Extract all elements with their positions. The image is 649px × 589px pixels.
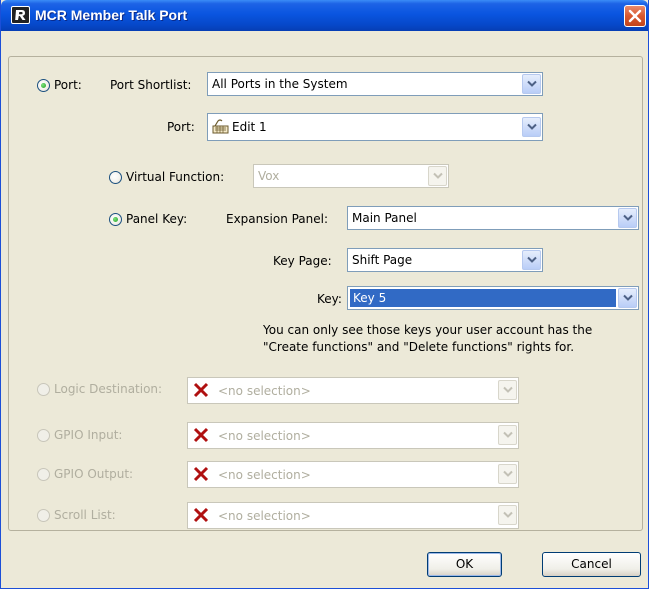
ok-button[interactable]: OK: [427, 552, 502, 577]
chevron-down-icon: [498, 505, 517, 525]
chevron-down-icon[interactable]: [522, 117, 541, 137]
expansion-panel-select[interactable]: Main Panel: [347, 206, 639, 230]
key-label: Key:: [317, 292, 342, 306]
chevron-down-icon: [498, 464, 517, 484]
gpio-input-radio: GPIO Input:: [37, 426, 122, 444]
chevron-down-icon: [498, 425, 517, 445]
keyboard-panel-icon: [212, 119, 229, 138]
virtual-function-label: Virtual Function:: [126, 170, 225, 184]
virtual-function-value: Vox: [258, 169, 280, 183]
logic-destination-radio: Logic Destination:: [37, 380, 162, 398]
cancel-button[interactable]: Cancel: [542, 552, 641, 577]
port-radio[interactable]: Port:: [37, 76, 82, 94]
rights-info-text: You can only see those keys your user ac…: [263, 322, 643, 356]
invalid-x-icon: [193, 466, 209, 482]
radio-port-indicator[interactable]: [37, 78, 50, 92]
dialog-window: MCR Member Talk Port Port: Port Shortlis…: [0, 0, 649, 589]
gpio-output-value: <no selection>: [218, 468, 311, 482]
window-title: MCR Member Talk Port: [35, 7, 188, 23]
logic-destination-value: <no selection>: [218, 384, 311, 398]
key-value: Key 5: [350, 289, 616, 307]
r-logo-icon: [11, 6, 30, 24]
port-shortlist-select[interactable]: All Ports in the System: [207, 72, 543, 96]
radio-gpio-input-indicator: [37, 428, 50, 442]
virtual-function-radio[interactable]: Virtual Function:: [109, 168, 224, 186]
logic-destination-select: <no selection>: [187, 377, 519, 404]
invalid-x-icon: [193, 507, 209, 523]
chevron-down-icon[interactable]: [522, 250, 541, 270]
radio-gpio-output-indicator: [37, 467, 50, 481]
gpio-input-label: GPIO Input:: [54, 428, 123, 442]
chevron-down-icon: [498, 380, 517, 400]
radio-logic-destination-indicator: [37, 382, 50, 396]
expansion-panel-label: Expansion Panel:: [226, 212, 329, 226]
gpio-input-value: <no selection>: [218, 429, 311, 443]
port-select-value: Edit 1: [232, 120, 267, 134]
key-page-value: Shift Page: [352, 253, 413, 267]
panel-key-label: Panel Key:: [126, 212, 188, 226]
scroll-list-select: <no selection>: [187, 502, 519, 529]
radio-scroll-list-indicator: [37, 508, 50, 522]
virtual-function-select[interactable]: Vox: [253, 164, 449, 188]
radio-panel-key-indicator[interactable]: [109, 212, 122, 226]
key-select[interactable]: Key 5: [347, 286, 639, 310]
key-page-label: Key Page:: [273, 254, 332, 268]
close-icon[interactable]: [624, 5, 646, 27]
gpio-output-label: GPIO Output:: [54, 467, 134, 481]
port-shortlist-value: All Ports in the System: [212, 77, 348, 91]
scroll-list-radio: Scroll List:: [37, 506, 116, 524]
chevron-down-icon: [428, 166, 447, 186]
invalid-x-icon: [193, 427, 209, 443]
rights-info-line-2: "Create functions" and "Delete functions…: [263, 340, 575, 354]
port-radio-label: Port:: [54, 78, 82, 92]
logic-destination-label: Logic Destination:: [54, 382, 163, 396]
chevron-down-icon[interactable]: [522, 74, 541, 94]
chevron-down-icon[interactable]: [618, 208, 637, 228]
port-select[interactable]: Edit 1: [207, 113, 543, 141]
scroll-list-label: Scroll List:: [54, 508, 116, 522]
panel-key-radio[interactable]: Panel Key:: [109, 210, 187, 228]
gpio-output-select: <no selection>: [187, 461, 519, 488]
gpio-output-radio: GPIO Output:: [37, 465, 133, 483]
port-select-label: Port:: [167, 120, 195, 134]
expansion-panel-value: Main Panel: [352, 211, 417, 225]
gpio-input-select: <no selection>: [187, 422, 519, 449]
invalid-x-icon: [193, 382, 209, 398]
radio-virtual-function-indicator[interactable]: [109, 170, 122, 184]
scroll-list-value: <no selection>: [218, 509, 311, 523]
port-shortlist-label: Port Shortlist:: [110, 78, 192, 92]
key-page-select[interactable]: Shift Page: [347, 248, 543, 272]
rights-info-line-1: You can only see those keys your user ac…: [263, 323, 593, 337]
chevron-down-icon[interactable]: [618, 288, 637, 308]
title-bar[interactable]: MCR Member Talk Port: [1, 0, 648, 31]
